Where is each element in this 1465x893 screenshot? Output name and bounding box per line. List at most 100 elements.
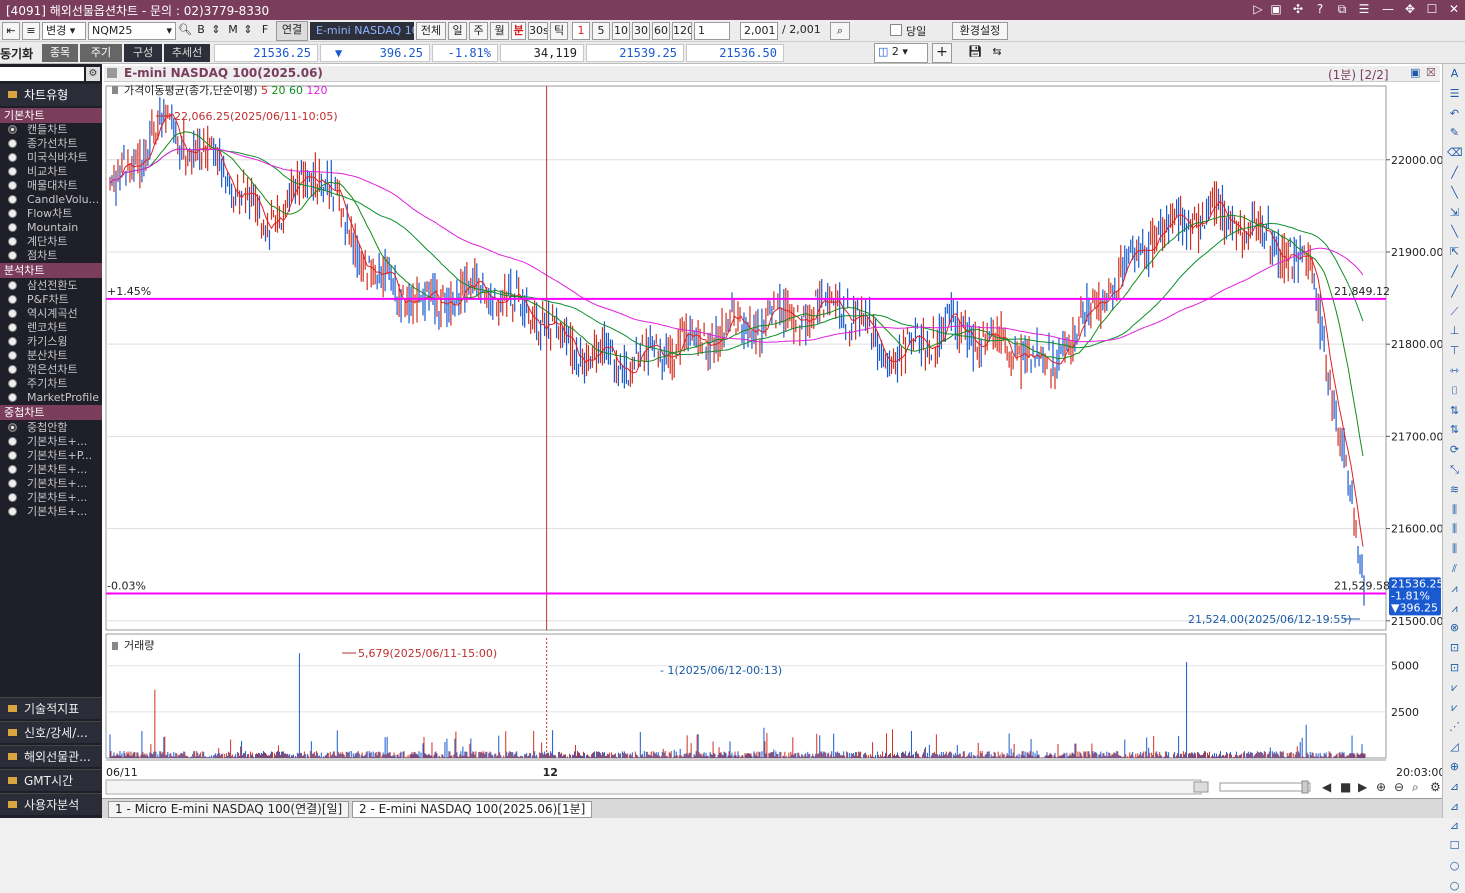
radio-icon[interactable] bbox=[8, 337, 17, 346]
chart-close-icon[interactable]: ☒ bbox=[1426, 66, 1436, 79]
interval-10-button[interactable]: 10 bbox=[612, 22, 630, 40]
m-button[interactable]: M bbox=[226, 22, 240, 40]
radio-icon[interactable] bbox=[8, 237, 17, 246]
draw-tool-icon-34[interactable]: ◿ bbox=[1447, 739, 1462, 754]
sidebar-item-analysis-1[interactable]: P&F차트 bbox=[8, 293, 102, 307]
add-icon[interactable]: + bbox=[932, 43, 952, 63]
sidebar-section-signals[interactable]: 신호/강세/... bbox=[0, 721, 102, 743]
chart-nav-icon-3[interactable]: ⊕ bbox=[1376, 780, 1386, 794]
sidebar-item-basic-7[interactable]: Mountain bbox=[8, 221, 102, 235]
radio-icon[interactable] bbox=[8, 139, 17, 148]
f-button[interactable]: F bbox=[258, 22, 272, 40]
tab-chart-1[interactable]: 1 - Micro E-mini NASDAQ 100(연결)[일] bbox=[108, 801, 350, 818]
period-week-button[interactable]: 주 bbox=[469, 22, 488, 40]
tab-chart-2[interactable]: 2 - E-mini NASDAQ 100(2025.06)[1분] bbox=[352, 801, 593, 818]
period-30s-button[interactable]: 30s bbox=[528, 22, 548, 40]
draw-tool-icon-9[interactable]: ⇱ bbox=[1447, 244, 1462, 259]
chart-nav-icon-6[interactable]: ⚙ bbox=[1430, 780, 1441, 794]
maximize-icon[interactable]: ☐ bbox=[1424, 1, 1440, 17]
search-icon[interactable]: 🔍︎ bbox=[178, 22, 192, 40]
sidebar-item-analysis-0[interactable]: 삼선전환도 bbox=[8, 279, 102, 293]
linked-button[interactable]: 연결 bbox=[276, 21, 308, 41]
draw-tool-icon-36[interactable]: ⊿ bbox=[1447, 779, 1462, 794]
draw-tool-icon-13[interactable]: ⊥ bbox=[1447, 323, 1462, 338]
radio-icon[interactable] bbox=[8, 379, 17, 388]
copy-icon[interactable]: ⧉ bbox=[1334, 1, 1350, 17]
period-minute-button[interactable]: 분 bbox=[511, 22, 526, 40]
star-icon[interactable]: ✣ bbox=[1290, 1, 1306, 17]
sidebar-item-analysis-4[interactable]: 카기스윙 bbox=[8, 335, 102, 349]
radio-icon[interactable] bbox=[8, 479, 17, 488]
radio-icon[interactable] bbox=[8, 437, 17, 446]
radio-icon[interactable] bbox=[8, 351, 17, 360]
radio-icon[interactable] bbox=[8, 365, 17, 374]
sidebar-item-overlay-0[interactable]: 중첩안함 bbox=[8, 421, 102, 435]
draw-tool-icon-11[interactable]: ╱ bbox=[1447, 284, 1462, 299]
sidebar-item-analysis-5[interactable]: 분산차트 bbox=[8, 349, 102, 363]
sidebar-item-overlay-4[interactable]: 기본차트+... bbox=[8, 477, 102, 491]
sidebar-section-gmt[interactable]: GMT시간 bbox=[0, 769, 102, 791]
layout-button[interactable]: 구성 bbox=[124, 44, 162, 62]
settings-button[interactable]: 환경설정 bbox=[952, 22, 1008, 40]
sidebar-config-icon[interactable]: ⚙ bbox=[86, 67, 100, 81]
draw-tool-icon-16[interactable]: ⌷ bbox=[1447, 383, 1462, 398]
spin-m-icon[interactable]: ⇕ bbox=[242, 22, 254, 40]
sidebar-item-analysis-8[interactable]: MarketProfile bbox=[8, 391, 102, 405]
radio-icon[interactable] bbox=[8, 181, 17, 190]
sidebar-item-basic-3[interactable]: 비교차트 bbox=[8, 165, 102, 179]
spin-b-icon[interactable]: ⇕ bbox=[210, 22, 222, 40]
draw-tool-icon-28[interactable]: ⊗ bbox=[1447, 620, 1462, 635]
trend-button[interactable]: 추세선 bbox=[164, 44, 210, 62]
sidebar-item-basic-4[interactable]: 매물대차트 bbox=[8, 179, 102, 193]
sidebar-item-overlay-5[interactable]: 기본차트+... bbox=[8, 491, 102, 505]
draw-tool-icon-20[interactable]: ⤡ bbox=[1447, 462, 1462, 477]
draw-tool-icon-24[interactable]: ⫼ bbox=[1447, 541, 1462, 556]
radio-icon[interactable] bbox=[8, 251, 17, 260]
draw-tool-icon-18[interactable]: ⇅ bbox=[1447, 422, 1462, 437]
zoom-icon[interactable]: ⌕ bbox=[830, 22, 850, 40]
draw-tool-icon-6[interactable]: ╲ bbox=[1447, 185, 1462, 200]
draw-tool-icon-27[interactable]: ⩘ bbox=[1447, 601, 1462, 616]
change-select[interactable]: 변경 ▾ bbox=[42, 22, 86, 40]
save-icon[interactable]: 💾︎ bbox=[966, 44, 984, 62]
draw-tool-icon-32[interactable]: ⩗ bbox=[1447, 700, 1462, 715]
sidebar-item-basic-2[interactable]: 미국식바차트 bbox=[8, 151, 102, 165]
radio-icon[interactable] bbox=[8, 223, 17, 232]
draw-tool-icon-31[interactable]: ⩗ bbox=[1447, 680, 1462, 695]
draw-tool-icon-26[interactable]: ⩘ bbox=[1447, 581, 1462, 596]
draw-tool-icon-5[interactable]: ╱ bbox=[1447, 165, 1462, 180]
chart-nav-icon-1[interactable]: ■ bbox=[1340, 780, 1351, 794]
split-select[interactable]: ◫ 2 ▾ bbox=[874, 43, 928, 63]
draw-tool-icon-41[interactable]: ○ bbox=[1447, 878, 1462, 893]
sidebar-item-analysis-7[interactable]: 주기차트 bbox=[8, 377, 102, 391]
draw-tool-icon-25[interactable]: ⫽ bbox=[1447, 561, 1462, 576]
draw-tool-icon-0[interactable]: A bbox=[1447, 66, 1462, 81]
sidebar-item-basic-6[interactable]: Flow차트 bbox=[8, 207, 102, 221]
radio-icon[interactable] bbox=[8, 451, 17, 460]
period-button[interactable]: 주기 bbox=[80, 44, 122, 62]
radio-icon[interactable] bbox=[8, 209, 17, 218]
swap-icon[interactable]: ⇆ bbox=[988, 44, 1006, 62]
all-button[interactable]: 전체 bbox=[416, 22, 446, 40]
chart-nav-icon-4[interactable]: ⊖ bbox=[1394, 780, 1404, 794]
sync-label[interactable]: 동기화 bbox=[0, 45, 33, 62]
price-chart[interactable]: 22000.00 21900.00 21800.00 21700.00 21600.00… bbox=[104, 82, 1442, 798]
chart-nav-icon-5[interactable]: ⌕ bbox=[1412, 780, 1419, 794]
period-tick-button[interactable]: 틱 bbox=[550, 22, 568, 40]
radio-icon[interactable] bbox=[8, 393, 17, 402]
radio-icon[interactable] bbox=[8, 309, 17, 318]
draw-tool-icon-17[interactable]: ⇅ bbox=[1447, 403, 1462, 418]
item-button[interactable]: 종목 bbox=[42, 44, 78, 62]
interval-1-button[interactable]: 1 bbox=[572, 22, 590, 40]
interval-30-button[interactable]: 30 bbox=[632, 22, 650, 40]
sidebar-item-analysis-6[interactable]: 꺾은선차트 bbox=[8, 363, 102, 377]
sidebar-item-analysis-2[interactable]: 역시계곡선 bbox=[8, 307, 102, 321]
sidebar-item-overlay-1[interactable]: 기본차트+... bbox=[8, 435, 102, 449]
sidebar-item-analysis-3[interactable]: 렌코차트 bbox=[8, 321, 102, 335]
draw-tool-icon-37[interactable]: ⊿ bbox=[1447, 799, 1462, 814]
draw-tool-icon-21[interactable]: ≋ bbox=[1447, 482, 1462, 497]
draw-tool-icon-14[interactable]: ⊤ bbox=[1447, 343, 1462, 358]
pin-icon[interactable]: ▣ bbox=[1268, 1, 1284, 17]
sidebar-item-basic-0[interactable]: 캔들차트 bbox=[8, 123, 102, 137]
close-icon[interactable]: ✕ bbox=[1446, 1, 1462, 17]
